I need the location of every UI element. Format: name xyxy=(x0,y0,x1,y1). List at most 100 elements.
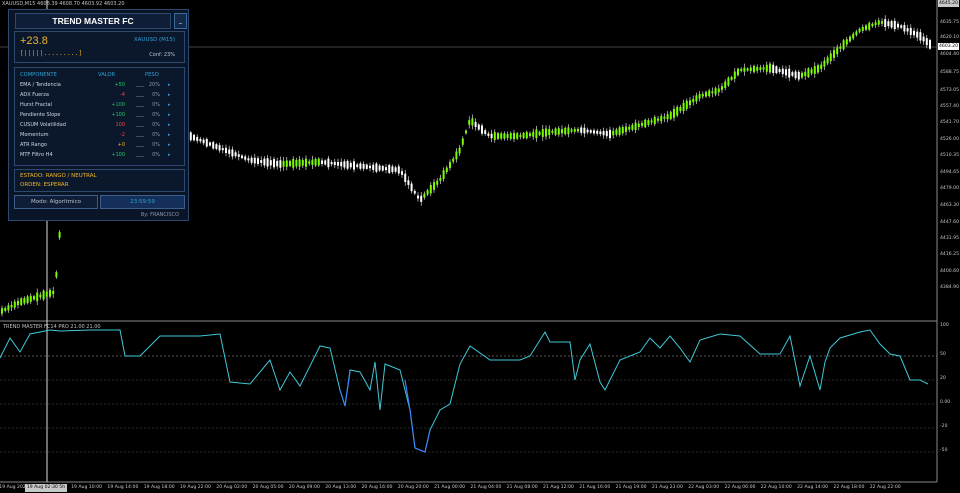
candle-body xyxy=(487,133,490,136)
candle-body xyxy=(439,177,442,181)
candle-body xyxy=(285,160,288,167)
date-tick: 22 Aug 18:00 xyxy=(833,485,865,490)
candle-body xyxy=(929,39,931,49)
crosshair-date-label: 19 Aug 02:30 5h 55 xyxy=(25,484,67,492)
candle-body xyxy=(525,131,528,139)
mode-button[interactable]: Modo: Algoritmico xyxy=(14,195,98,209)
candle-body xyxy=(605,130,608,137)
candle-body xyxy=(436,180,439,185)
candle-body xyxy=(890,21,893,28)
candle-body xyxy=(385,167,387,171)
candle-body xyxy=(535,129,538,139)
minimize-button[interactable]: _ xyxy=(174,13,187,29)
candle-body xyxy=(689,100,691,106)
candle-body xyxy=(708,90,711,97)
date-tick: 19 Aug 10:00 xyxy=(71,485,103,490)
candle-body xyxy=(1,308,3,314)
date-tick: 20 Aug 09:00 xyxy=(288,485,320,490)
candle-body xyxy=(663,116,666,119)
candle-body xyxy=(657,118,659,121)
trend-master-panel[interactable]: TREND MASTER FC _ +23.8 XAUUSD (M15) [||… xyxy=(8,9,189,221)
price-tick: 4463.30 xyxy=(940,203,959,208)
bid-price-label: 4645.20 xyxy=(938,0,959,7)
component-value: +50 xyxy=(114,82,125,88)
candle-body xyxy=(404,173,407,182)
candle-body xyxy=(653,117,656,125)
candle-body xyxy=(621,127,624,134)
date-tick: 19 Aug 18:00 xyxy=(143,485,175,490)
price-tick: 4620.10 xyxy=(940,35,959,40)
candle-body xyxy=(471,118,474,126)
candle-body xyxy=(420,195,423,202)
candle-body xyxy=(612,130,615,136)
candle-body xyxy=(234,152,237,157)
candle-body xyxy=(701,93,704,97)
indicator-tick: -50 xyxy=(940,448,948,453)
candle-body xyxy=(756,66,759,71)
date-tick: 21 Aug 04:00 xyxy=(470,485,502,490)
candle-body xyxy=(26,296,29,304)
candle-body xyxy=(292,158,295,168)
candle-body xyxy=(922,36,925,42)
candle-body xyxy=(817,65,819,73)
component-name: EMA / Tendencia xyxy=(20,82,61,88)
candle-body xyxy=(852,33,855,39)
component-name: ADX Fuerza xyxy=(20,92,49,98)
candle-body xyxy=(29,295,32,302)
panel-title[interactable]: TREND MASTER FC xyxy=(15,13,171,29)
timer-button[interactable]: 23:59:59 xyxy=(100,195,185,209)
candle-body xyxy=(676,106,679,116)
candle-body xyxy=(865,25,867,30)
candle-body xyxy=(461,138,464,145)
candle-body xyxy=(33,296,35,300)
date-tick: 20 Aug 16:00 xyxy=(361,485,393,490)
component-name: Pendiente Slope xyxy=(20,112,61,118)
candle-body xyxy=(682,102,685,112)
candle-body xyxy=(506,134,509,138)
candle-body xyxy=(637,123,640,128)
candle-body xyxy=(737,68,739,76)
candle-body xyxy=(500,133,503,139)
candle-body xyxy=(829,53,832,62)
price-tick: 4494.65 xyxy=(940,170,959,175)
candle-body xyxy=(241,155,243,159)
candle-body xyxy=(551,130,554,133)
candle-body xyxy=(202,139,205,144)
candle-body xyxy=(42,290,45,300)
candle-body xyxy=(247,158,250,161)
candle-body xyxy=(260,160,263,163)
candle-body xyxy=(13,301,16,308)
candle-body xyxy=(596,130,599,134)
candle-body xyxy=(545,128,547,137)
candle-body xyxy=(330,162,333,165)
candle-body xyxy=(906,28,909,32)
candle-body xyxy=(250,157,253,163)
candle-body xyxy=(717,88,720,93)
component-weight: 0% xyxy=(152,152,160,158)
candle-body xyxy=(772,64,775,73)
header-weight: PESO xyxy=(145,72,159,78)
candle-body xyxy=(196,136,199,141)
indicator-tick: -20 xyxy=(940,424,948,429)
candle-body xyxy=(557,128,560,135)
candle-body xyxy=(253,157,256,164)
candle-body xyxy=(692,98,695,103)
candle-body xyxy=(631,124,634,130)
date-tick: 22 Aug 14:00 xyxy=(797,485,829,490)
candle-body xyxy=(628,126,631,130)
candle-body xyxy=(423,193,426,198)
candle-body xyxy=(23,297,26,304)
last-price-label: 4603.20 xyxy=(938,43,959,50)
indicator-tick: 20 xyxy=(940,376,946,381)
indicator-line xyxy=(0,329,929,453)
candle-body xyxy=(474,121,477,128)
candle-body xyxy=(231,149,234,157)
candle-body xyxy=(362,163,365,169)
candle-body xyxy=(452,158,455,162)
candle-body xyxy=(519,134,522,137)
expand-arrow-icon: ▸ xyxy=(168,142,171,148)
candle-body xyxy=(215,144,218,149)
candle-body xyxy=(513,132,515,140)
date-tick: 22 Aug 06:00 xyxy=(724,485,756,490)
candle-body xyxy=(356,164,359,168)
